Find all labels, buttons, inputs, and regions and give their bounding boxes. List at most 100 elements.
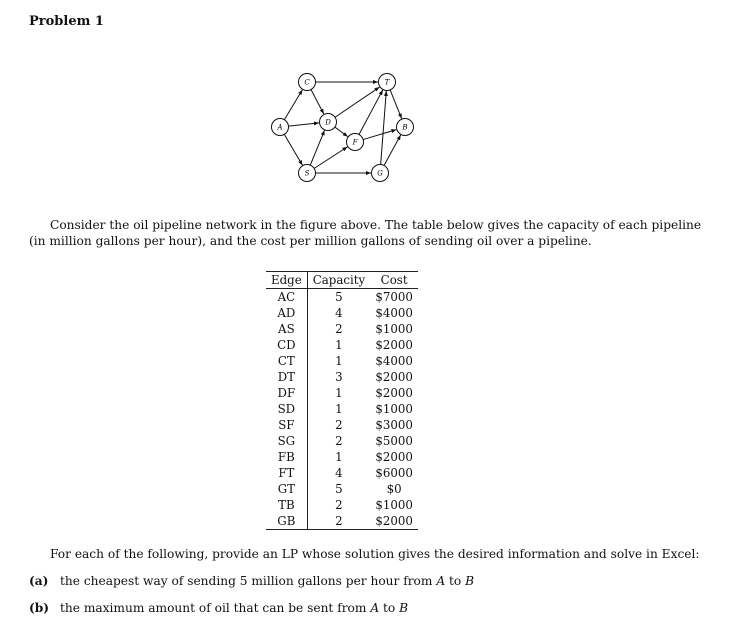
cost-cell: $4000 — [375, 354, 413, 368]
header-capacity: Capacity — [307, 271, 371, 289]
node-S: S — [298, 164, 316, 182]
table-row: AC 5 $7000 — [266, 288, 418, 305]
part-a-text: the cheapest way of sending 5 million ga… — [60, 574, 437, 588]
node-C: C — [298, 73, 316, 91]
table-row: FB 1 $2000 — [266, 449, 418, 465]
part-b-sink: B — [399, 601, 409, 615]
capacity-cell: 2 — [335, 498, 343, 512]
cost-cell: $2000 — [375, 514, 413, 528]
node-G: G — [371, 164, 389, 182]
capacity-cell: 2 — [335, 434, 343, 448]
cost-cell: $2000 — [375, 386, 413, 400]
capacity-cell: 5 — [335, 290, 343, 304]
table-row: GB 2 $2000 — [266, 513, 418, 530]
cost-cell: $3000 — [375, 418, 413, 432]
capacity-cell: 4 — [335, 466, 343, 480]
table-row: SG 2 $5000 — [266, 433, 418, 449]
part-b-label: (b) — [29, 601, 50, 615]
table-row: DT 3 $2000 — [266, 369, 418, 385]
capacity-cell: 5 — [335, 482, 343, 496]
edge-GT — [380, 90, 388, 165]
table-row: GT 5 $0 — [266, 481, 418, 497]
edge-cell: AS — [266, 321, 308, 337]
edge-GB — [383, 134, 402, 166]
cost-cell: $1000 — [375, 322, 413, 336]
edge-cell: AD — [266, 305, 308, 321]
node-label: G — [377, 170, 383, 178]
edge-FB — [362, 129, 397, 141]
part-b: (b) the maximum amount of oil that can be… — [29, 601, 408, 615]
table-row: SD 1 $1000 — [266, 401, 418, 417]
header-edge: Edge — [266, 271, 308, 289]
description-line-1: Consider the oil pipeline network in the… — [50, 218, 702, 232]
edge-cell: SG — [266, 433, 308, 449]
node-label: A — [276, 124, 282, 132]
instructions: For each of the following, provide an LP… — [50, 547, 700, 561]
capacity-cell: 1 — [335, 450, 343, 464]
node-label: S — [305, 170, 310, 178]
edge-cell: AC — [266, 288, 308, 305]
part-a-mid: to — [445, 574, 466, 588]
part-a-sink: B — [465, 574, 475, 588]
description-line-2: (in million gallons per hour), and the c… — [29, 234, 592, 248]
cost-cell: $2000 — [375, 338, 413, 352]
node-label: C — [304, 79, 310, 87]
capacity-cell: 2 — [335, 418, 343, 432]
edge-cell: CT — [266, 353, 308, 369]
edge-CD — [310, 89, 325, 115]
table-row: SF 2 $3000 — [266, 417, 418, 433]
table-row: CT 1 $4000 — [266, 353, 418, 369]
node-T: T — [378, 73, 396, 91]
capacity-cell: 2 — [335, 322, 343, 336]
edge-cell: CD — [266, 337, 308, 353]
node-A: A — [271, 118, 289, 136]
edge-cell: FB — [266, 449, 308, 465]
table-row: TB 2 $1000 — [266, 497, 418, 513]
node-F: F — [346, 133, 364, 151]
part-a-source: A — [436, 574, 446, 588]
edge-cell: SF — [266, 417, 308, 433]
capacity-cell: 1 — [335, 402, 343, 416]
edge-AD — [288, 121, 320, 127]
table-row: AS 2 $1000 — [266, 321, 418, 337]
cost-cell: $4000 — [375, 306, 413, 320]
table-row: FT 4 $6000 — [266, 465, 418, 481]
part-a: (a) the cheapest way of sending 5 million… — [29, 574, 474, 588]
pipeline-network-diagram: A C D S F T G B — [271, 73, 414, 182]
pipeline-table: Edge Capacity Cost AC 5 $7000 AD 4 $4000 AS 2 $1… — [266, 271, 419, 530]
cost-cell: $2000 — [375, 450, 413, 464]
part-b-source: A — [370, 601, 380, 615]
edge-DT — [334, 86, 380, 118]
edge-cell: DT — [266, 369, 308, 385]
node-B: B — [396, 118, 414, 136]
edge-AC — [283, 89, 303, 120]
edge-cell: TB — [266, 497, 308, 513]
edge-AS — [283, 134, 303, 166]
capacity-cell: 4 — [335, 306, 343, 320]
part-b-mid: to — [379, 601, 400, 615]
cost-cell: $7000 — [375, 290, 413, 304]
edge-SD — [309, 130, 326, 166]
capacity-cell: 2 — [335, 514, 343, 528]
problem-title: Problem 1 — [29, 14, 104, 29]
edge-FT — [358, 89, 384, 135]
edge-SF — [313, 146, 348, 169]
cost-cell: $0 — [386, 482, 402, 496]
edge-cell: GB — [266, 513, 308, 530]
part-a-label: (a) — [29, 574, 49, 588]
cost-cell: $5000 — [375, 434, 413, 448]
edge-cell: GT — [266, 481, 308, 497]
capacity-cell: 3 — [335, 370, 343, 384]
table-row: DF 1 $2000 — [266, 385, 418, 401]
cost-cell: $1000 — [375, 402, 413, 416]
cost-cell: $1000 — [375, 498, 413, 512]
cost-cell: $2000 — [375, 370, 413, 384]
table-row: CD 1 $2000 — [266, 337, 418, 353]
table-row: AD 4 $4000 — [266, 305, 418, 321]
edge-DF — [334, 126, 349, 138]
edge-TB — [389, 89, 403, 119]
table-header-row: Edge Capacity Cost — [266, 271, 419, 289]
edge-cell: FT — [266, 465, 308, 481]
cost-cell: $6000 — [375, 466, 413, 480]
header-cost: Cost — [370, 271, 419, 289]
